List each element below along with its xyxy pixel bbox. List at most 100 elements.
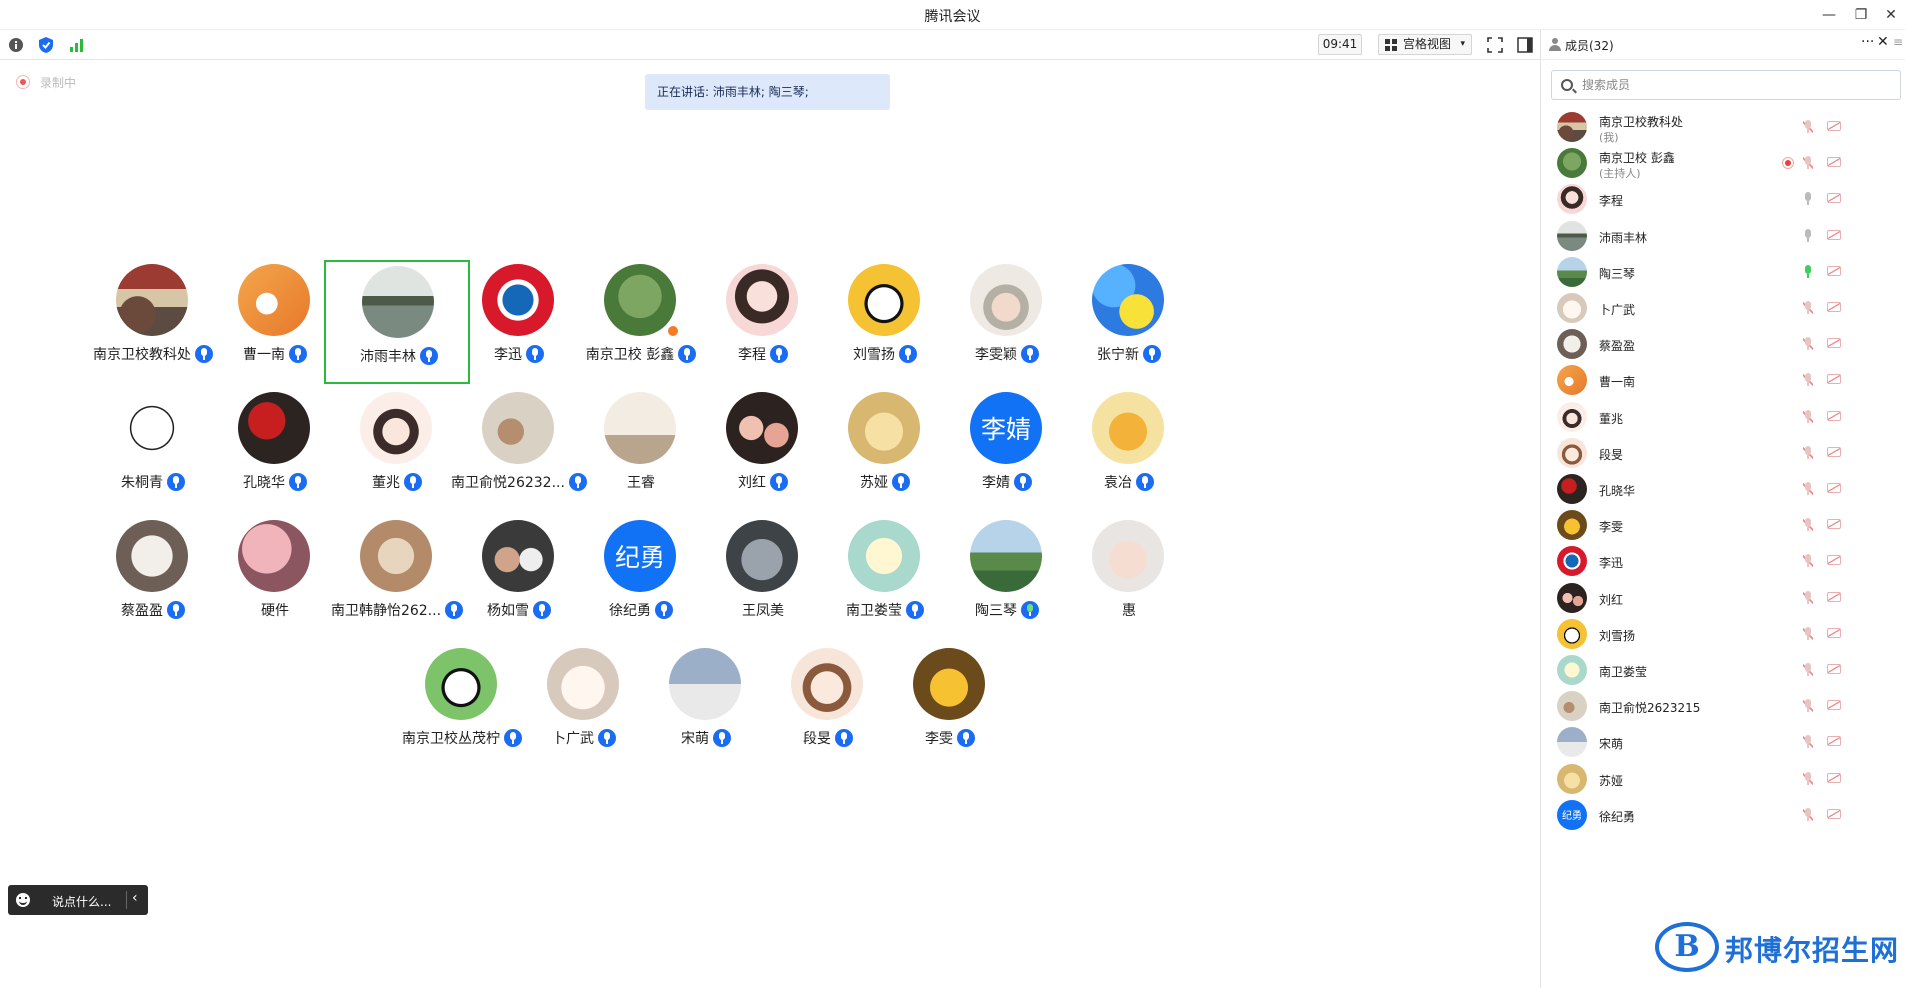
member-name: 苏娅: [1599, 773, 1624, 788]
participant-tile[interactable]: 惠: [1056, 516, 1202, 640]
microphone-icon[interactable]: [1803, 192, 1813, 206]
mic-muted-icon[interactable]: [1803, 337, 1813, 352]
participant-avatar: [913, 648, 985, 720]
close-button[interactable]: ✕: [1878, 4, 1904, 26]
chat-placeholder[interactable]: 说点什么...: [52, 893, 111, 910]
member-row[interactable]: 董兆: [1541, 399, 1905, 435]
camera-off-icon[interactable]: [1827, 410, 1841, 421]
mic-muted-icon[interactable]: [1803, 301, 1813, 315]
member-search[interactable]: [1551, 70, 1901, 100]
member-search-input[interactable]: [1582, 75, 1882, 95]
mic-muted-icon[interactable]: [1803, 409, 1813, 424]
camera-off-icon[interactable]: [1827, 555, 1841, 566]
member-row[interactable]: 蔡盈盈: [1541, 326, 1905, 362]
camera-off-icon[interactable]: [1827, 157, 1841, 168]
member-row[interactable]: 李雯: [1541, 507, 1905, 543]
fullscreen-icon[interactable]: [1486, 36, 1504, 54]
signal-strength-icon[interactable]: [68, 36, 86, 54]
security-shield-icon[interactable]: [37, 36, 55, 54]
participant-tile[interactable]: 张宁新: [1056, 260, 1202, 384]
member-row[interactable]: 沛雨丰林: [1541, 218, 1905, 254]
participant-avatar: [604, 392, 676, 464]
mic-muted-icon[interactable]: [1803, 156, 1813, 171]
microphone-icon: [770, 345, 788, 363]
participant-avatar: [848, 264, 920, 336]
member-row[interactable]: 陶三琴: [1541, 254, 1905, 290]
camera-off-icon[interactable]: [1827, 338, 1841, 349]
view-mode-select[interactable]: 宫格视图 ▾: [1378, 34, 1472, 55]
member-row[interactable]: 南卫娄莹: [1541, 652, 1905, 688]
collapse-chat-button[interactable]: ‹: [132, 890, 138, 906]
emoji-icon[interactable]: [16, 893, 30, 907]
mic-muted-icon[interactable]: [1803, 735, 1813, 750]
member-row[interactable]: 曹一南: [1541, 362, 1905, 398]
mic-muted-icon[interactable]: [1803, 554, 1813, 569]
participant-avatar: [669, 648, 741, 720]
camera-off-icon[interactable]: [1827, 265, 1841, 276]
mic-muted-icon[interactable]: [1803, 771, 1813, 786]
member-name: 南卫俞悦2623215: [1599, 701, 1701, 716]
member-row[interactable]: 李迅: [1541, 543, 1905, 579]
camera-off-icon[interactable]: [1827, 193, 1841, 204]
member-row[interactable]: 卜广武: [1541, 290, 1905, 326]
member-row[interactable]: 刘雪扬: [1541, 616, 1905, 652]
camera-off-icon[interactable]: [1827, 772, 1841, 783]
camera-off-icon[interactable]: [1827, 519, 1841, 530]
close-panel-button[interactable]: ✕: [1877, 34, 1889, 50]
mic-muted-icon[interactable]: [1803, 482, 1813, 496]
restore-button[interactable]: ❐: [1848, 4, 1874, 26]
mic-muted-icon[interactable]: [1803, 626, 1813, 641]
member-row[interactable]: 南京卫校 彭鑫 (主持人): [1541, 145, 1905, 181]
member-row[interactable]: 段旻: [1541, 435, 1905, 471]
camera-off-icon[interactable]: [1827, 700, 1841, 711]
member-row[interactable]: 纪勇 徐纪勇: [1541, 797, 1905, 833]
camera-off-icon[interactable]: [1827, 374, 1841, 385]
participant-tile[interactable]: 李雯: [877, 644, 1023, 768]
participant-avatar: [970, 520, 1042, 592]
member-row[interactable]: 南京卫校教科处 (我): [1541, 109, 1905, 145]
member-avatar: [1557, 437, 1587, 468]
camera-off-icon[interactable]: [1827, 121, 1841, 131]
mic-muted-icon[interactable]: [1803, 590, 1813, 605]
minimize-button[interactable]: —: [1816, 4, 1842, 26]
participant-avatar: [726, 392, 798, 464]
camera-off-icon[interactable]: [1827, 229, 1841, 240]
member-avatar: [1557, 220, 1587, 251]
mic-muted-icon[interactable]: [1803, 699, 1813, 714]
camera-off-icon[interactable]: [1827, 483, 1841, 493]
camera-off-icon[interactable]: [1827, 627, 1841, 638]
member-row[interactable]: 孔晓华: [1541, 471, 1905, 507]
member-row[interactable]: 宋萌: [1541, 724, 1905, 760]
microphone-icon[interactable]: [1803, 228, 1813, 243]
member-row[interactable]: 李程: [1541, 181, 1905, 217]
mic-muted-icon[interactable]: [1803, 807, 1813, 822]
participant-name: 李迅: [494, 347, 522, 363]
chat-input-box[interactable]: 说点什么... ‹: [8, 885, 148, 915]
member-row[interactable]: 南卫俞悦2623215: [1541, 688, 1905, 724]
mic-muted-icon[interactable]: [1803, 518, 1813, 533]
mic-muted-icon[interactable]: [1803, 120, 1813, 134]
divider: [126, 891, 127, 909]
member-name: 李雯: [1599, 520, 1624, 535]
members-icon: [1549, 38, 1561, 52]
more-options-button[interactable]: ···: [1861, 34, 1874, 50]
mic-muted-icon[interactable]: [1803, 373, 1813, 388]
camera-off-icon[interactable]: [1827, 808, 1841, 819]
participant-tile[interactable]: 袁冶: [1056, 388, 1202, 512]
toggle-panel-icon[interactable]: [1516, 36, 1534, 54]
camera-off-icon[interactable]: [1827, 736, 1841, 747]
mic-muted-icon[interactable]: [1803, 663, 1813, 677]
microphone-icon: [770, 473, 788, 491]
info-icon[interactable]: [7, 36, 25, 54]
participant-name: 沛雨丰林: [360, 349, 416, 365]
camera-off-icon[interactable]: [1827, 664, 1841, 674]
member-row[interactable]: 苏娅: [1541, 761, 1905, 797]
camera-off-icon[interactable]: [1827, 302, 1841, 312]
participant-avatar: [726, 520, 798, 592]
member-row[interactable]: 刘红: [1541, 580, 1905, 616]
microphone-icon[interactable]: [1803, 264, 1813, 279]
camera-off-icon[interactable]: [1827, 446, 1841, 457]
panel-menu-icon[interactable]: ≡: [1893, 35, 1903, 49]
camera-off-icon[interactable]: [1827, 591, 1841, 602]
mic-muted-icon[interactable]: [1803, 445, 1813, 460]
